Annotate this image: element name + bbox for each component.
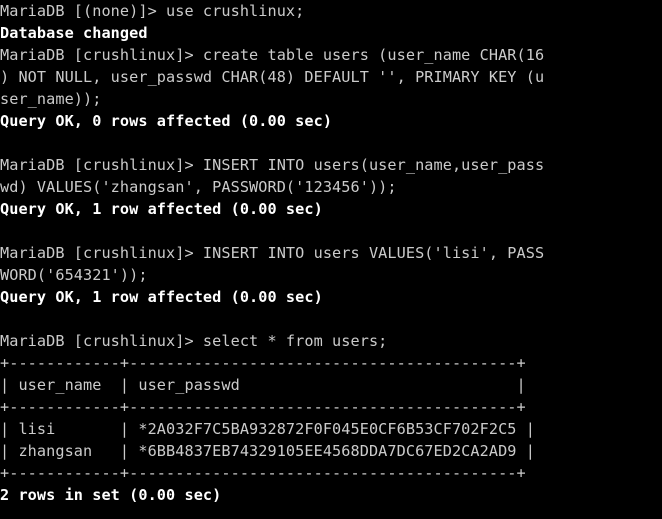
line-table-header: | user_name | user_passwd | [0,376,526,394]
line-create-table-1: MariaDB [crushlinux]> create table users… [0,46,545,64]
terminal-window[interactable]: MariaDB [(none)]> use crushlinux; Databas… [0,0,662,519]
line-insert-zhangsan-status: Query OK, 1 row affected (0.00 sec) [0,200,323,218]
line-spacer-1 [0,132,662,154]
line-table-bottom-border: +------------+--------------------------… [0,464,526,482]
line-select-users: MariaDB [crushlinux]> select * from user… [0,332,388,350]
line-spacer-2 [0,220,662,242]
line-use-db: MariaDB [(none)]> use crushlinux; [0,2,305,20]
line-insert-lisi-1: MariaDB [crushlinux]> INSERT INTO users … [0,244,545,262]
line-insert-zhangsan-2: wd) VALUES('zhangsan', PASSWORD('123456'… [0,178,397,196]
line-table-header-border: +------------+--------------------------… [0,398,526,416]
line-insert-lisi-2: WORD('654321')); [0,266,148,284]
line-table-top-border: +------------+--------------------------… [0,354,526,372]
line-rows-in-set: 2 rows in set (0.00 sec) [0,486,222,504]
line-create-table-status: Query OK, 0 rows affected (0.00 sec) [0,112,333,130]
line-create-table-2: ) NOT NULL, user_passwd CHAR(48) DEFAULT… [0,68,545,86]
line-insert-zhangsan-1: MariaDB [crushlinux]> INSERT INTO users(… [0,156,545,174]
line-create-table-3: ser_name)); [0,90,102,108]
line-database-changed: Database changed [0,24,148,42]
line-table-row-zhangsan: | zhangsan | *6BB4837EB74329105EE4568DDA… [0,442,535,460]
terminal-screen[interactable]: MariaDB [(none)]> use crushlinux; Databas… [0,0,662,506]
line-spacer-3 [0,308,662,330]
line-table-row-lisi: | lisi | *2A032F7C5BA932872F0F045E0CF6B5… [0,420,535,438]
line-insert-lisi-status: Query OK, 1 row affected (0.00 sec) [0,288,323,306]
